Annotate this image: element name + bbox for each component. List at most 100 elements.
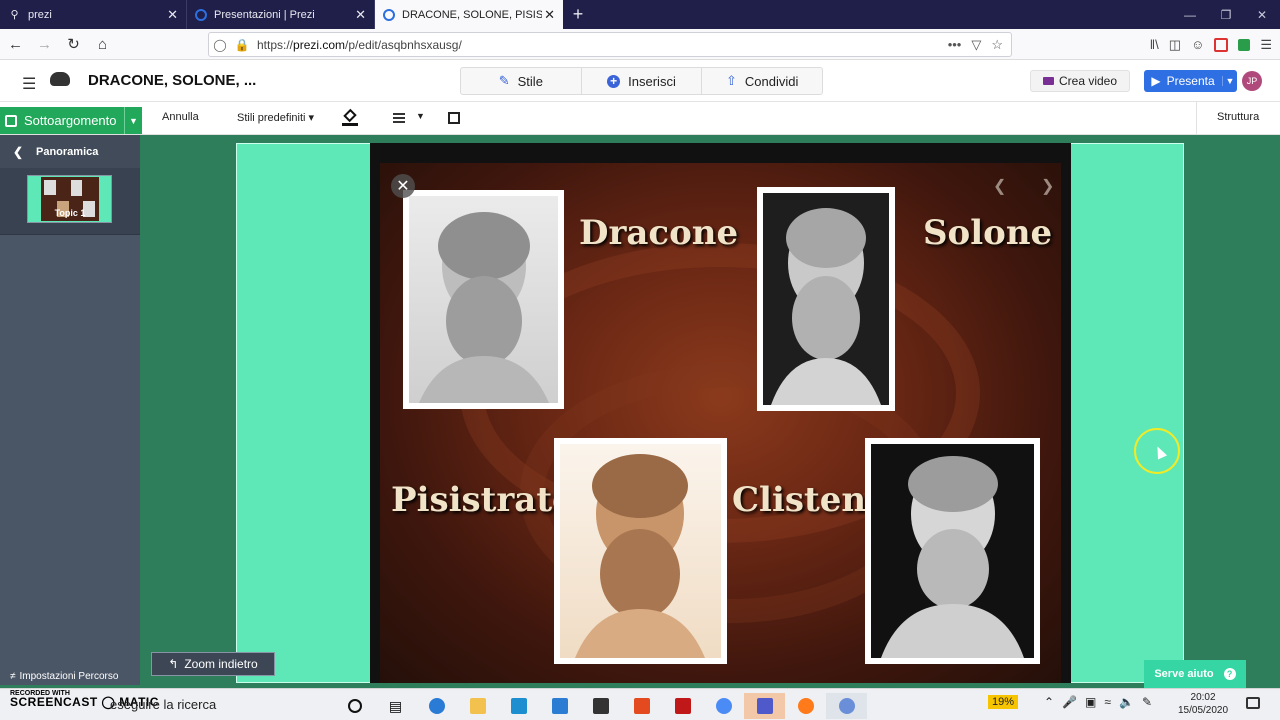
url-text[interactable]: https://prezi.com/p/edit/asqbnhsxausg/ (257, 38, 462, 52)
page-actions-icon[interactable]: ••• (948, 37, 962, 53)
prezi-icon (383, 8, 395, 21)
notification-icon[interactable] (1246, 697, 1260, 709)
taskbar-apps: ▤ (334, 693, 867, 719)
close-icon[interactable]: ✕ (355, 7, 366, 23)
play-icon: ▶ (1151, 74, 1161, 88)
mail-icon[interactable] (539, 693, 580, 719)
struttura-button[interactable]: Struttura (1217, 111, 1259, 123)
extension-icon[interactable] (1214, 37, 1229, 52)
close-icon[interactable]: ✕ (391, 174, 415, 198)
magic-wand-icon: ✎ (498, 73, 510, 88)
chevron-down-icon[interactable]: ▼ (416, 111, 425, 121)
panoramica-header[interactable]: ❮ Panoramica (0, 135, 140, 169)
library-icon[interactable]: ‖\ (1150, 37, 1159, 52)
url-bar[interactable]: ◯ 🔒 https://prezi.com/p/edit/asqbnhsxaus… (208, 32, 1012, 57)
menu-icon[interactable]: ☰ (1260, 37, 1272, 53)
slide-background: Dracone Solone Pisistrato Clistene (380, 163, 1061, 683)
editor-tab-group: ✎ Stile + Inserisci ⇧ Condividi (460, 67, 823, 95)
line-style-icon[interactable] (393, 113, 405, 125)
mcafee-icon[interactable] (662, 693, 703, 719)
presenta-button[interactable]: ▶ Presenta ▼ (1144, 70, 1237, 92)
lock-icon[interactable]: 🔒 (231, 38, 253, 52)
window-controls: — ❐ ✕ (1172, 0, 1280, 29)
office-icon[interactable] (621, 693, 662, 719)
extension-green-icon[interactable] (1238, 38, 1251, 51)
browser-app-icon[interactable] (826, 693, 867, 719)
home-icon[interactable]: ⌂ (89, 31, 116, 58)
edge-icon[interactable] (416, 693, 457, 719)
portrait-pisistrato (554, 438, 727, 664)
chevron-down-icon[interactable]: ▼ (1222, 76, 1237, 86)
presentation-title[interactable]: DRACONE, SOLONE, ... (88, 72, 256, 89)
account-icon[interactable]: ☺ (1191, 37, 1204, 52)
portrait-clistene (865, 438, 1040, 664)
name-dracone: Dracone (579, 213, 739, 253)
cortana-icon[interactable] (334, 693, 375, 719)
clock[interactable]: 20:02 15/05/2020 (1178, 691, 1228, 717)
new-tab-button[interactable]: + (563, 0, 593, 29)
name-solone: Solone (923, 213, 1053, 253)
back-icon[interactable]: ← (2, 31, 29, 58)
settings-icon: ≠ (10, 671, 16, 682)
fill-color-icon[interactable] (342, 108, 358, 126)
help-icon: ? (1223, 668, 1236, 680)
minimize-icon[interactable]: — (1172, 0, 1208, 29)
slide-image[interactable]: Dracone Solone Pisistrato Clistene (370, 143, 1071, 683)
pen-icon[interactable]: ✎ (1142, 695, 1152, 709)
maximize-icon[interactable]: ❐ (1208, 0, 1244, 29)
forward-icon[interactable]: → (31, 31, 58, 58)
volume-icon[interactable]: 🔈 (1119, 695, 1134, 709)
wifi-icon[interactable]: ≈ (1104, 695, 1111, 709)
impostazioni-percorso-button[interactable]: ≠ Impostazioni Percorso (10, 671, 118, 682)
close-window-icon[interactable]: ✕ (1244, 0, 1280, 29)
chevron-up-icon[interactable]: ⌃ (1044, 695, 1054, 709)
teams-icon[interactable] (744, 693, 785, 719)
sidebar-icon[interactable]: ◫ (1169, 37, 1181, 53)
chrome-icon[interactable] (703, 693, 744, 719)
crea-video-button[interactable]: Crea video (1030, 70, 1130, 92)
serve-aiuto-button[interactable]: Serve aiuto ? (1144, 660, 1246, 688)
border-icon[interactable] (448, 112, 460, 124)
browser-tab-prezi-search[interactable]: ⚲ prezi ✕ (0, 0, 187, 29)
windows-taskbar: RECORDED WITH SCREENCAST ◯ MATIC eseguir… (0, 688, 1280, 720)
browser-tab-dracone[interactable]: DRACONE, SOLONE, PISISTRAT... ✕ (375, 0, 563, 29)
microphone-icon[interactable]: 🎤 (1062, 695, 1077, 709)
chevron-right-icon[interactable]: ❯ (1041, 176, 1054, 196)
zoom-indietro-button[interactable]: ↰ Zoom indietro (151, 652, 275, 676)
chevron-down-icon[interactable]: ▼ (124, 107, 142, 134)
tab-stile[interactable]: ✎ Stile (461, 68, 582, 94)
share-icon: ⇧ (725, 73, 737, 88)
hamburger-menu-icon[interactable]: ☰ (22, 74, 36, 94)
firefox-icon[interactable] (785, 693, 826, 719)
battery-indicator[interactable]: 19% (988, 695, 1019, 709)
video-camera-icon (1042, 77, 1054, 85)
chevron-left-icon[interactable]: ❮ (0, 145, 36, 159)
tab-inserisci[interactable]: + Inserisci (582, 68, 703, 94)
prezi-icon (195, 8, 207, 21)
chevron-left-icon[interactable]: ❮ (993, 176, 1006, 196)
topic-thumbnail-row[interactable]: Topic 1 (0, 169, 140, 235)
pocket-icon[interactable]: ▽ (971, 37, 981, 53)
stili-predefiniti-dropdown[interactable]: Stili predefiniti ▾ (237, 111, 314, 124)
tab-condividi[interactable]: ⇧ Condividi (702, 68, 822, 94)
shield-tray-icon[interactable]: ▣ (1085, 695, 1096, 709)
shield-icon[interactable]: ◯ (209, 38, 231, 52)
portrait-dracone (403, 190, 564, 409)
bookmark-star-icon[interactable]: ☆ (991, 37, 1003, 53)
browser-tab-presentazioni[interactable]: Presentazioni | Prezi ✕ (187, 0, 375, 29)
annulla-button[interactable]: Annulla (162, 111, 199, 123)
sottoargomento-button[interactable]: Sottoargomento ▼ (0, 107, 142, 134)
app-l-icon[interactable] (498, 693, 539, 719)
close-icon[interactable]: ✕ (544, 7, 555, 23)
tab-title: DRACONE, SOLONE, PISISTRAT... (402, 8, 542, 21)
store-icon[interactable] (580, 693, 621, 719)
file-explorer-icon[interactable] (457, 693, 498, 719)
reload-icon[interactable]: ↻ (60, 31, 87, 58)
taskbar-search-box[interactable]: eseguire la ricerca (110, 697, 216, 712)
avatar[interactable]: JP (1242, 71, 1262, 91)
browser-tab-strip: ⚲ prezi ✕ Presentazioni | Prezi ✕ DRACON… (0, 0, 1280, 29)
topic-thumbnail[interactable]: Topic 1 (27, 175, 112, 223)
browser-toolbar-right: ‖\ ◫ ☺ ☰ (1150, 29, 1272, 60)
close-icon[interactable]: ✕ (167, 7, 178, 23)
task-view-icon[interactable]: ▤ (375, 693, 416, 719)
